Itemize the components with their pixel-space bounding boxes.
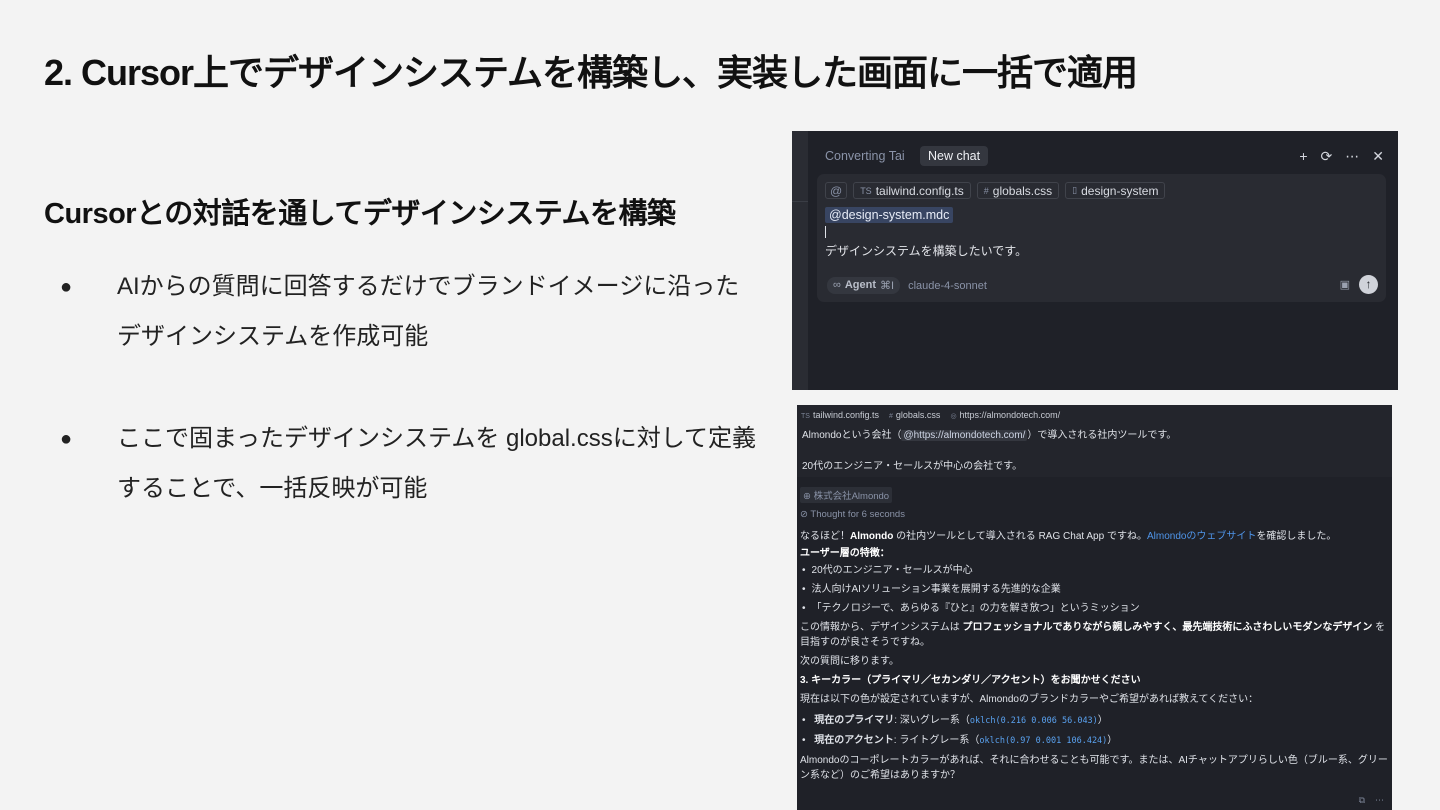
text: を確認しました。: [1256, 531, 1337, 542]
slide-title: 2. Cursor上でデザインシステムを構築し、実装した画面に一括で適用: [44, 52, 1138, 93]
color-code: oklch(0.97 0.001 106.424): [979, 736, 1108, 746]
bullet-item: ● AIからの質問に回答するだけでブランドイメージに沿ったデザインシステムを作成…: [60, 262, 760, 362]
more-icon[interactable]: ⋯: [1345, 148, 1359, 165]
text: Almondoという会社（: [802, 430, 902, 441]
list-item: 「テクノロジーで、あらゆる『ひと』の力を解き放つ」というミッション: [800, 599, 1389, 618]
context-chip[interactable]: # globals.css: [889, 410, 940, 420]
website-link[interactable]: Almondoのウェブサイト: [1147, 531, 1256, 542]
assistant-reply: ⊕ 株式会社Almondo ⊘ Thought for 6 seconds なる…: [797, 477, 1392, 783]
context-chip[interactable]: TS tailwind.config.ts: [801, 410, 879, 420]
bullet-list: ● AIからの質問に回答するだけでブランドイメージに沿ったデザインシステムを作成…: [60, 262, 760, 514]
bullet-text: ここで固まったデザインシステムを global.cssに対して定義することで、一…: [117, 425, 756, 502]
user-line: Almondoという会社（ @https://almondotech.com/）で…: [801, 426, 1388, 441]
agent-label: Agent: [844, 279, 877, 291]
more-icon[interactable]: ⋯: [1375, 795, 1384, 806]
typescript-file-icon: TS: [860, 185, 872, 196]
header-actions: + ⟳ ⋯ ✕: [1299, 148, 1384, 165]
bullet-dot-icon: ●: [60, 276, 73, 298]
link-icon: ◎: [950, 413, 957, 420]
design-direction: この情報から、デザインシステムは プロフェッショナルでありながら親しみやすく、最…: [800, 620, 1389, 650]
history-icon[interactable]: ⟳: [1321, 148, 1333, 165]
users-heading: ユーザー層の特徴：: [800, 548, 890, 559]
context-chip[interactable]: TS tailwind.config.ts: [853, 182, 971, 199]
agent-shortcut: ⌘I: [880, 280, 895, 292]
prompt-text[interactable]: デザインシステムを構築したいです。: [825, 242, 1027, 259]
text: の社内ツールとして導入される RAG Chat App ですね。: [893, 531, 1147, 542]
tab-converting[interactable]: Converting Tai: [825, 149, 909, 163]
plus-icon[interactable]: +: [1299, 148, 1307, 164]
context-chip[interactable]: # globals.css: [976, 182, 1060, 199]
document-icon: ▯: [1072, 185, 1078, 195]
context-chip[interactable]: ◎ https://almondotech.com/: [950, 410, 1060, 420]
list-item: 20代のエンジニア・セールスが中心: [800, 561, 1389, 580]
context-chip[interactable]: ▯ design-system: [1065, 182, 1166, 199]
bullet-text: AIからの質問に回答するだけでブランドイメージに沿ったデザインシステムを作成可能: [117, 273, 740, 350]
model-select[interactable]: claude-4-sonnet: [908, 280, 987, 292]
user-line: 20代のエンジニア・セールスが中心の会社です。: [802, 461, 1023, 472]
text-bold: プロフェッショナルでありながら親しみやすく、最先端技術にふさわしいモダンなデザイ…: [962, 622, 1373, 633]
bullet-item: ● ここで固まったデザインシステムを global.cssに対して定義することで…: [60, 414, 760, 514]
color-code: oklch(0.216 0.006 56.043): [969, 716, 1098, 726]
text-bold: Almondo: [850, 531, 894, 542]
close-icon[interactable]: ✕: [1372, 148, 1384, 165]
send-button[interactable]: ↑: [1359, 275, 1378, 294]
chip-label: globals.css: [992, 183, 1053, 198]
text: この情報から、デザインシステムは: [800, 622, 963, 633]
user-message: TS tailwind.config.ts # globals.css ◎ https…: [797, 405, 1392, 477]
url-mention[interactable]: @https://almondotech.com/: [901, 430, 1028, 441]
text: : 深いグレー系（: [894, 715, 970, 726]
at-mention-button[interactable]: @: [825, 182, 848, 199]
chat-input-box[interactable]: @ TS tailwind.config.ts # globals.css ▯ …: [817, 174, 1386, 302]
list-item: 現在のアクセント: ライトグレー系（oklch(0.97 0.001 106.4…: [800, 731, 1389, 751]
list-item: 法人向けAIソリューション事業を展開する先進的な企業: [800, 580, 1389, 599]
mention-tag[interactable]: @design-system.mdc: [825, 207, 954, 223]
text-bold: 現在のアクセント: [814, 735, 894, 746]
text: ）: [1107, 735, 1118, 746]
context-chips: TS tailwind.config.ts # globals.css ◎ https…: [801, 410, 1388, 420]
list-item: 現在のプライマリ: 深いグレー系（oklch(0.216 0.006 56.04…: [800, 711, 1389, 731]
tab-new-chat[interactable]: New chat: [920, 146, 989, 166]
chip-label: tailwind.config.ts: [812, 410, 879, 420]
bullet-dot-icon: ●: [60, 428, 73, 450]
css-file-icon: #: [983, 185, 989, 196]
text-caret: [825, 226, 826, 238]
chat-header: Converting Tai New chat + ⟳ ⋯ ✕: [825, 145, 1384, 167]
text: ）: [1097, 715, 1108, 726]
cursor-chat-log-screenshot: TS tailwind.config.ts # globals.css ◎ https…: [797, 405, 1392, 810]
closing-question: Almondoのコーポレートカラーがあれば、それに合わせることも可能です。または…: [800, 755, 1388, 781]
question-heading: 3. キーカラー（プライマリ／セカンダリ／アクセント）をお聞かせください: [800, 675, 1141, 686]
section-subtitle: Cursorとの対話を通してデザインシステムを構築: [44, 198, 676, 230]
chip-label: globals.css: [895, 410, 941, 420]
text: ）で導入される社内ツールです。: [1027, 430, 1177, 441]
text: : ライトグレー系（: [893, 735, 980, 746]
message-actions: ⧉ ⋯: [1359, 795, 1384, 806]
agent-mode-select[interactable]: ∞ Agent ⌘I: [827, 277, 901, 294]
image-icon[interactable]: ▣: [1340, 278, 1350, 291]
infinity-icon: ∞: [833, 279, 841, 291]
next-question-note: 次の質問に移ります。: [800, 656, 899, 667]
chip-label: tailwind.config.ts: [875, 183, 964, 198]
editor-side-strip: [792, 131, 808, 390]
chip-label: design-system: [1081, 183, 1159, 198]
cursor-chat-input-screenshot: Converting Tai New chat + ⟳ ⋯ ✕ @ TS tai…: [792, 131, 1398, 390]
thought-indicator[interactable]: ⊘ Thought for 6 seconds: [800, 509, 1389, 520]
css-file-icon: #: [889, 413, 893, 420]
chip-label: https://almondotech.com/: [959, 410, 1061, 420]
typescript-file-icon: TS: [801, 413, 810, 420]
text-bold: 現在のプライマリ: [814, 715, 895, 726]
copy-icon[interactable]: ⧉: [1359, 795, 1365, 806]
reply-intro: なるほど！Almondo の社内ツールとして導入される RAG Chat App…: [800, 529, 1389, 544]
context-chips: @ TS tailwind.config.ts # globals.css ▯ …: [825, 182, 1166, 199]
mode-row: ∞ Agent ⌘I claude-4-sonnet: [827, 277, 987, 294]
current-colors-intro: 現在は以下の色が設定されていますが、Almondoのブランドカラーやご希望があれ…: [800, 694, 1259, 705]
text: なるほど！: [800, 531, 850, 542]
source-chip[interactable]: ⊕ 株式会社Almondo: [800, 487, 893, 503]
